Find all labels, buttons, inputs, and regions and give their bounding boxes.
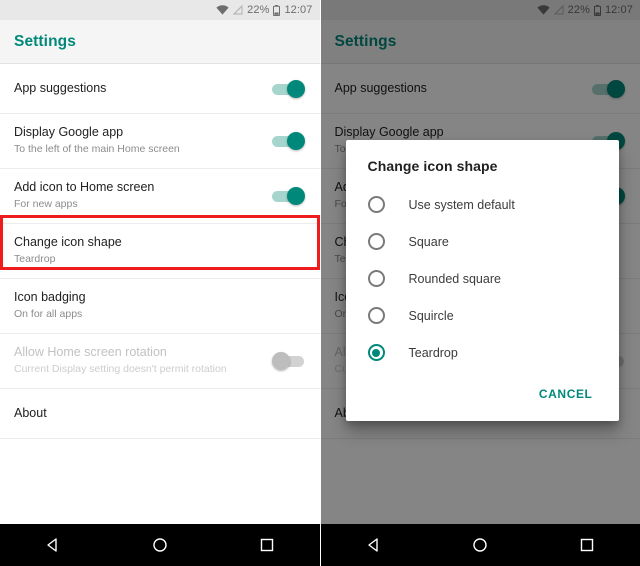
settings-row-about[interactable]: About: [0, 389, 320, 439]
change-icon-shape-dialog: Change icon shape Use system default Squ…: [345, 140, 619, 421]
radio-icon[interactable]: [367, 196, 385, 213]
nav-home-button[interactable]: [138, 524, 182, 566]
radio-icon[interactable]: [367, 270, 385, 287]
wifi-icon: [216, 5, 229, 15]
row-title: Change icon shape: [14, 235, 122, 250]
status-bar-left: 22% 12:07: [0, 0, 320, 20]
row-text: Display Google app To the left of the ma…: [14, 125, 262, 156]
dialog-title: Change icon shape: [367, 158, 498, 174]
nav-home-button[interactable]: [458, 524, 502, 566]
radio-option-squircle[interactable]: Squircle: [346, 297, 619, 334]
toggle-thumb: [286, 132, 305, 150]
row-subtitle: Teardrop: [14, 252, 56, 265]
phone-screen-right: 22% 12:07 Settings App suggestions Displ…: [319, 0, 640, 566]
row-subtitle: To the left of the main Home screen: [14, 142, 180, 155]
settings-row-change-icon-shape[interactable]: Change icon shape Teardrop: [0, 224, 320, 279]
settings-row-add-icon-to-home-screen[interactable]: Add icon to Home screen For new apps: [0, 169, 320, 224]
status-bar-icons: 22% 12:07: [216, 3, 313, 16]
settings-list-left: App suggestions Display Google app To th…: [0, 64, 320, 439]
radio-option-label: Squircle: [408, 308, 454, 323]
screenshot-root: 22% 12:07 Settings App suggestions Displ…: [0, 0, 640, 566]
row-text: Change icon shape Teardrop: [14, 235, 306, 266]
nav-bar-right: [320, 524, 640, 566]
home-circle-icon: [473, 538, 488, 552]
app-bar-left: Settings: [0, 20, 320, 64]
radio-option-label: Teardrop: [408, 345, 458, 360]
signal-off-icon: [233, 5, 243, 15]
row-text: About: [14, 406, 306, 422]
battery-percent-label: 22%: [247, 3, 270, 16]
row-title: Add icon to Home screen: [14, 180, 155, 195]
row-text: Add icon to Home screen For new apps: [14, 180, 262, 211]
row-title: Allow Home screen rotation: [14, 345, 167, 360]
settings-row-app-suggestions[interactable]: App suggestions: [0, 64, 320, 114]
row-title: Display Google app: [14, 125, 124, 140]
row-subtitle: On for all apps: [14, 307, 83, 320]
radio-icon[interactable]: [367, 307, 385, 324]
dialog-actions: CANCEL: [346, 371, 619, 413]
row-text: Icon badging On for all apps: [14, 290, 306, 321]
battery-icon: [273, 4, 281, 16]
radio-option-teardrop[interactable]: Teardrop: [346, 334, 619, 371]
nav-recents-button[interactable]: [565, 524, 609, 566]
row-text: App suggestions: [14, 81, 262, 97]
radio-option-square[interactable]: Square: [346, 223, 619, 260]
back-triangle-icon: [368, 538, 378, 552]
toggle-thumb: [271, 352, 290, 370]
radio-option-label: Square: [408, 234, 449, 249]
phone-screen-left: 22% 12:07 Settings App suggestions Displ…: [0, 0, 320, 566]
nav-back-button[interactable]: [31, 524, 75, 566]
row-subtitle: Current Display setting doesn't permit r…: [14, 362, 227, 375]
page-title: Settings: [14, 32, 76, 50]
back-triangle-icon: [47, 538, 58, 552]
toggle-add-icon-to-home-screen[interactable]: [271, 187, 306, 205]
cancel-button[interactable]: CANCEL: [531, 381, 601, 407]
radio-icon[interactable]: [367, 233, 385, 250]
recents-square-icon: [260, 538, 273, 552]
toggle-thumb: [286, 79, 305, 98]
nav-recents-button[interactable]: [245, 524, 289, 566]
row-text: Allow Home screen rotation Current Displ…: [14, 345, 262, 376]
settings-row-allow-home-screen-rotation: Allow Home screen rotation Current Displ…: [0, 334, 320, 389]
radio-option-use-system-default[interactable]: Use system default: [346, 186, 619, 223]
radio-option-label: Use system default: [408, 197, 515, 212]
row-title: Icon badging: [14, 290, 86, 305]
row-subtitle: For new apps: [14, 197, 78, 210]
toggle-app-suggestions[interactable]: [271, 79, 306, 98]
row-title: App suggestions: [14, 80, 107, 95]
toggle-allow-home-screen-rotation: [271, 352, 306, 370]
toggle-display-google-app[interactable]: [271, 132, 306, 150]
settings-row-display-google-app[interactable]: Display Google app To the left of the ma…: [0, 114, 320, 169]
settings-row-icon-badging[interactable]: Icon badging On for all apps: [0, 279, 320, 334]
clock-label: 12:07: [284, 3, 313, 16]
nav-back-button[interactable]: [352, 524, 396, 566]
radio-icon-selected[interactable]: [367, 344, 385, 361]
radio-option-label: Rounded square: [408, 271, 501, 286]
nav-bar-left: [0, 524, 320, 566]
toggle-thumb: [286, 187, 305, 205]
home-circle-icon: [153, 538, 167, 552]
recents-square-icon: [580, 538, 594, 552]
row-title: About: [14, 405, 47, 420]
radio-option-rounded-square[interactable]: Rounded square: [346, 260, 619, 297]
